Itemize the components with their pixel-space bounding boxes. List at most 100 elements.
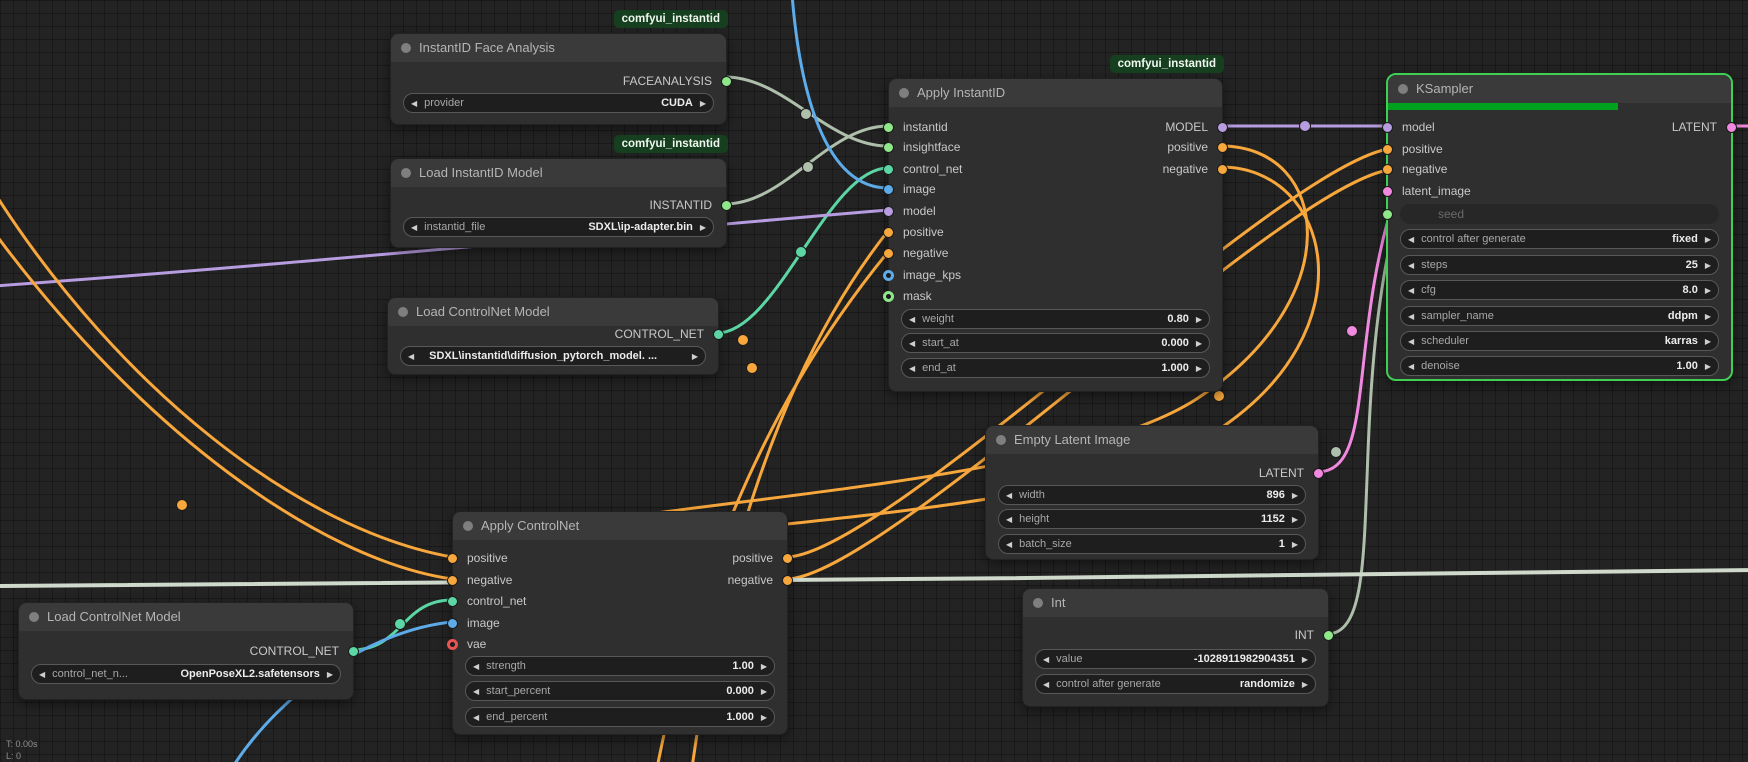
widget-end_percent[interactable]: ◀end_percent1.000▶ [465,707,775,727]
widget-value[interactable]: ◀SDXL\instantid\diffusion_pytorch_model.… [400,346,706,366]
output-port-CONTROL_NET[interactable] [348,646,359,657]
wire-dot-instantid-to-instantid[interactable] [803,162,814,173]
node-int[interactable]: IntINT◀value-1028911982904351▶◀control a… [1022,588,1329,707]
widget-weight[interactable]: ◀weight0.80▶ [901,309,1210,329]
output-port-LATENT[interactable] [1726,122,1737,133]
widget-right-arrow[interactable]: ▶ [1189,364,1209,373]
collapse-dot[interactable] [401,168,411,178]
node-load-controlnet-model-openpose[interactable]: Load ControlNet ModelCONTROL_NET◀control… [18,602,354,700]
widget-left-arrow[interactable]: ◀ [902,315,922,324]
widget-left-arrow[interactable]: ◀ [999,491,1019,500]
node-titlebar[interactable]: Apply InstantID [889,79,1222,107]
widget-right-arrow[interactable]: ▶ [1698,235,1718,244]
input-port-latent_image[interactable] [1382,186,1393,197]
node-titlebar[interactable]: InstantID Face Analysis [391,34,726,62]
widget-left-arrow[interactable]: ◀ [466,713,486,722]
node-empty-latent-image[interactable]: Empty Latent ImageLATENT◀width896▶◀heigh… [985,425,1319,560]
input-port-negative[interactable] [447,575,458,586]
collapse-dot[interactable] [463,521,473,531]
input-port-mask[interactable] [883,291,894,302]
wire-dot-cond-up-negative[interactable] [738,335,749,346]
widget-right-arrow[interactable]: ▶ [1295,680,1315,689]
widget-height[interactable]: ◀height1152▶ [998,509,1306,529]
output-port-MODEL[interactable] [1217,122,1228,133]
widget-batch_size[interactable]: ◀batch_size1▶ [998,534,1306,554]
input-port-positive[interactable] [883,227,894,238]
widget-left-arrow[interactable]: ◀ [1401,286,1421,295]
widget-width[interactable]: ◀width896▶ [998,485,1306,505]
widget-denoise[interactable]: ◀denoise1.00▶ [1400,356,1719,376]
input-port-positive[interactable] [1382,144,1393,155]
widget-right-arrow[interactable]: ▶ [693,99,713,108]
widget-left-arrow[interactable]: ◀ [1401,235,1421,244]
widget-right-arrow[interactable]: ▶ [693,223,713,232]
seed-widget[interactable]: seed [1400,204,1719,224]
widget-strength[interactable]: ◀strength1.00▶ [465,656,775,676]
widget-right-arrow[interactable]: ▶ [1698,337,1718,346]
widget-control_net_n...[interactable]: ◀control_net_n...OpenPoseXL2.safetensors… [31,664,341,684]
widget-control after generate[interactable]: ◀control after generatefixed▶ [1400,229,1719,249]
widget-provider[interactable]: ◀providerCUDA▶ [403,93,714,113]
node-titlebar[interactable]: Apply ControlNet [453,512,787,540]
widget-right-arrow[interactable]: ▶ [1189,339,1209,348]
input-port-insightface[interactable] [883,142,894,153]
widget-control after generate[interactable]: ◀control after generaterandomize▶ [1035,674,1316,694]
wire-dot-openpose-to-applycn[interactable] [395,619,406,630]
wire-dot-int-to-seed[interactable] [1331,447,1342,458]
widget-value[interactable]: ◀value-1028911982904351▶ [1035,649,1316,669]
wire-dot-faceanalysis-to-insightface[interactable] [801,109,812,120]
input-port-vae[interactable] [447,639,458,650]
widget-right-arrow[interactable]: ▶ [1189,315,1209,324]
widget-scheduler[interactable]: ◀schedulerkarras▶ [1400,331,1719,351]
widget-right-arrow[interactable]: ▶ [1285,491,1305,500]
widget-right-arrow[interactable]: ▶ [1295,655,1315,664]
output-port-LATENT[interactable] [1313,468,1324,479]
widget-left-arrow[interactable]: ◀ [1401,261,1421,270]
input-port-image[interactable] [447,618,458,629]
input-port-control_net[interactable] [447,596,458,607]
graph-canvas[interactable]: { "app": "ComfyUI graph editor", "status… [0,0,1748,762]
widget-left-arrow[interactable]: ◀ [32,670,52,679]
input-port-seed[interactable] [1382,209,1393,220]
collapse-dot[interactable] [398,307,408,317]
widget-left-arrow[interactable]: ◀ [404,223,424,232]
widget-right-arrow[interactable]: ▶ [1698,312,1718,321]
node-titlebar[interactable]: Load ControlNet Model [388,298,718,326]
widget-left-arrow[interactable]: ◀ [404,99,424,108]
output-port-CONTROL_NET[interactable] [713,329,724,340]
widget-cfg[interactable]: ◀cfg8.0▶ [1400,280,1719,300]
node-apply-instantid[interactable]: Apply InstantIDcomfyui_instantidinstanti… [888,78,1223,392]
widget-right-arrow[interactable]: ▶ [1698,261,1718,270]
widget-right-arrow[interactable]: ▶ [754,662,774,671]
node-instantid-face-analysis[interactable]: InstantID Face Analysiscomfyui_instantid… [390,33,727,125]
widget-left-arrow[interactable]: ◀ [466,687,486,696]
wire-dot-cond-up-positive[interactable] [747,363,758,374]
output-port-INSTANTID[interactable] [721,200,732,211]
node-ksampler[interactable]: KSamplermodelpositivenegativelatent_imag… [1386,73,1733,381]
widget-right-arrow[interactable]: ▶ [320,670,340,679]
collapse-dot[interactable] [996,435,1006,445]
widget-steps[interactable]: ◀steps25▶ [1400,255,1719,275]
output-port-negative[interactable] [782,575,793,586]
widget-left-arrow[interactable]: ◀ [999,515,1019,524]
input-port-control_net[interactable] [883,164,894,175]
wire-dot-cond-from-left-1[interactable] [177,500,188,511]
input-port-negative[interactable] [1382,164,1393,175]
output-port-positive[interactable] [782,553,793,564]
widget-left-arrow[interactable]: ◀ [466,662,486,671]
node-titlebar[interactable]: Empty Latent Image [986,426,1318,454]
node-titlebar[interactable]: Load ControlNet Model [19,603,353,631]
input-port-image[interactable] [883,184,894,195]
collapse-dot[interactable] [29,612,39,622]
collapse-dot[interactable] [1398,84,1408,94]
widget-left-arrow[interactable]: ◀ [902,339,922,348]
input-port-image_kps[interactable] [883,270,894,281]
widget-right-arrow[interactable]: ▶ [685,352,705,361]
input-port-negative[interactable] [883,248,894,259]
node-titlebar[interactable]: Load InstantID Model [391,159,726,187]
wire-dot-controlnet-to-controlnet[interactable] [796,247,807,258]
node-load-controlnet-model-instantid[interactable]: Load ControlNet ModelCONTROL_NET◀SDXL\in… [387,297,719,375]
widget-left-arrow[interactable]: ◀ [1401,337,1421,346]
widget-instantid_file[interactable]: ◀instantid_fileSDXL\ip-adapter.bin▶ [403,217,714,237]
node-titlebar[interactable]: Int [1023,589,1328,617]
